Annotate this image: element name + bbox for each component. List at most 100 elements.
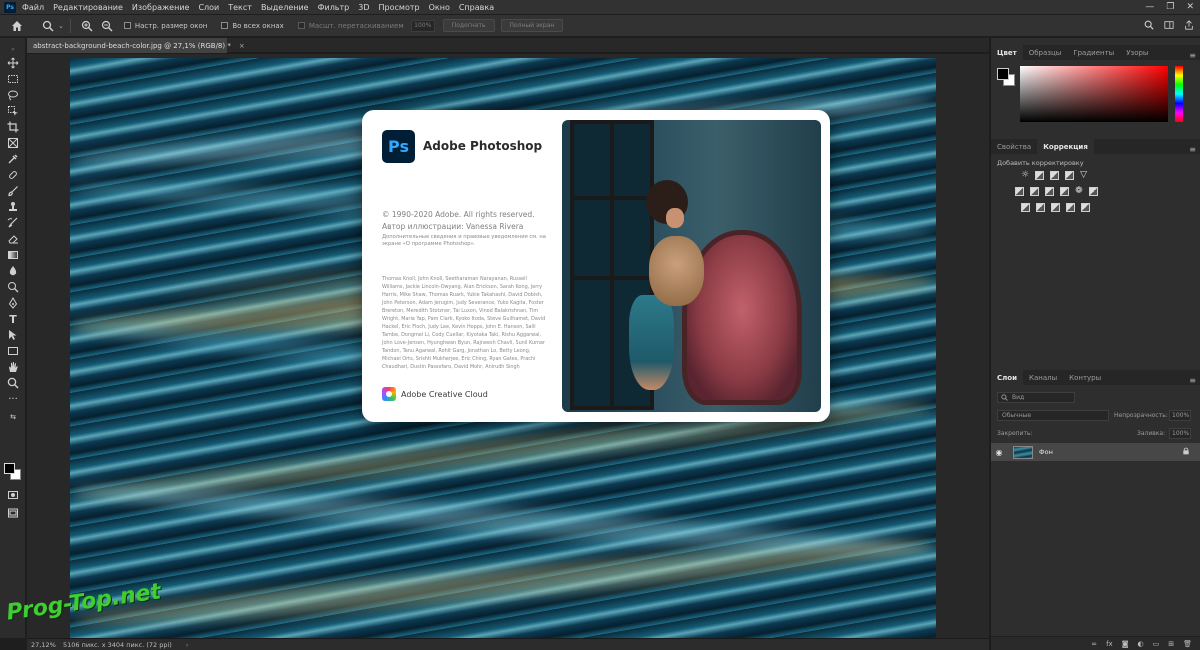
tab-channels[interactable]: Каналы: [1023, 374, 1063, 385]
brightness-icon[interactable]: ☼: [1021, 171, 1029, 180]
black-white-icon[interactable]: [1045, 187, 1054, 196]
maximize-icon[interactable]: ❐: [1166, 2, 1174, 12]
new-layer-icon[interactable]: ⊞: [1168, 640, 1174, 648]
invert-icon[interactable]: [1021, 203, 1030, 212]
panel-menu-icon[interactable]: ≡: [1189, 51, 1196, 60]
menu-3d[interactable]: 3D: [358, 3, 369, 12]
workspace-icon[interactable]: [1164, 20, 1174, 32]
marquee-tool-icon[interactable]: [5, 72, 21, 86]
curves-icon[interactable]: [1050, 171, 1060, 180]
share-icon[interactable]: [1184, 20, 1194, 32]
history-brush-tool-icon[interactable]: [5, 216, 21, 230]
hand-tool-icon[interactable]: [5, 360, 21, 374]
menu-file[interactable]: Файл: [22, 3, 44, 12]
menu-type[interactable]: Текст: [228, 3, 252, 12]
status-menu-arrow-icon[interactable]: ›: [186, 641, 189, 649]
color-balance-icon[interactable]: [1030, 187, 1039, 196]
screen-mode-icon[interactable]: [5, 506, 21, 520]
fill-input[interactable]: 100%: [1169, 428, 1191, 439]
tab-gradients[interactable]: Градиенты: [1067, 49, 1120, 60]
eye-icon[interactable]: ◉: [991, 448, 1007, 457]
healing-brush-tool-icon[interactable]: [5, 168, 21, 182]
move-tool-icon[interactable]: [5, 56, 21, 70]
color-lookup-icon[interactable]: [1088, 187, 1098, 196]
fit-screen-button[interactable]: Подогнать: [442, 19, 495, 32]
trash-icon[interactable]: 🗑: [1183, 640, 1192, 648]
crop-tool-icon[interactable]: [5, 120, 21, 134]
blur-tool-icon[interactable]: [5, 264, 21, 278]
brush-tool-icon[interactable]: [5, 184, 21, 198]
lasso-tool-icon[interactable]: [5, 88, 21, 102]
threshold-icon[interactable]: [1051, 203, 1060, 212]
layer-row[interactable]: ◉ Фон: [991, 443, 1200, 461]
object-selection-tool-icon[interactable]: [5, 104, 21, 118]
selective-color-icon[interactable]: [1081, 203, 1090, 212]
swap-colors-icon[interactable]: ⇆: [5, 410, 21, 424]
minimize-icon[interactable]: —: [1145, 2, 1154, 12]
tab-adjustments[interactable]: Коррекция: [1037, 139, 1094, 154]
menu-filter[interactable]: Фильтр: [318, 3, 350, 12]
adjustment-layer-icon[interactable]: ◐: [1138, 640, 1144, 648]
menu-window[interactable]: Окно: [429, 3, 450, 12]
zoom-tool-icon[interactable]: [41, 19, 55, 33]
close-icon[interactable]: ×: [239, 42, 245, 50]
tab-paths[interactable]: Контуры: [1063, 374, 1107, 385]
search-icon[interactable]: [1144, 20, 1154, 32]
fill-screen-button[interactable]: Полный экран: [500, 19, 564, 32]
tab-layers[interactable]: Слои: [991, 370, 1023, 385]
hue-saturation-icon[interactable]: [1015, 187, 1024, 196]
path-selection-tool-icon[interactable]: [5, 328, 21, 342]
hue-slider[interactable]: [1175, 66, 1183, 122]
zoom-out-icon[interactable]: [100, 19, 114, 33]
more-tools-icon[interactable]: ···: [5, 392, 21, 406]
blend-mode-select[interactable]: Обычные: [997, 410, 1109, 421]
photo-filter-icon[interactable]: [1060, 187, 1069, 196]
color-picker-field[interactable]: [1020, 66, 1168, 122]
menu-edit[interactable]: Редактирование: [53, 3, 123, 12]
group-folder-icon[interactable]: ▭: [1153, 640, 1160, 648]
frame-tool-icon[interactable]: [5, 136, 21, 150]
link-layers-icon[interactable]: ∞: [1091, 640, 1097, 648]
exposure-icon[interactable]: [1065, 171, 1075, 180]
tab-properties[interactable]: Свойства: [991, 143, 1037, 154]
scrubby-zoom-checkbox[interactable]: Масшт. перетаскиванием: [297, 22, 404, 30]
channel-mixer-icon[interactable]: ❁: [1075, 187, 1083, 196]
menu-image[interactable]: Изображение: [132, 3, 190, 12]
photoshop-logo-icon[interactable]: Ps: [4, 1, 16, 13]
quick-mask-icon[interactable]: [5, 488, 21, 502]
all-windows-checkbox[interactable]: Во всех окнах: [221, 22, 284, 30]
menu-view[interactable]: Просмотр: [379, 3, 420, 12]
zoom-level[interactable]: 27,12%: [27, 641, 57, 649]
document-tab[interactable]: abstract-background-beach-color.jpg @ 27…: [27, 38, 245, 53]
layers-filter-input[interactable]: Вид: [997, 392, 1075, 403]
menu-select[interactable]: Выделение: [261, 3, 309, 12]
close-window-icon[interactable]: ✕: [1186, 2, 1194, 12]
layer-style-icon[interactable]: fx: [1106, 640, 1113, 648]
levels-icon[interactable]: [1035, 171, 1045, 180]
lock-icon[interactable]: [1182, 447, 1190, 457]
home-icon[interactable]: [10, 19, 24, 33]
eyedropper-tool-icon[interactable]: [5, 152, 21, 166]
type-tool-icon[interactable]: T: [5, 312, 21, 326]
panel-menu-icon[interactable]: ≡: [1189, 145, 1196, 154]
zoom-percent-input[interactable]: 100%: [410, 19, 435, 32]
tab-color[interactable]: Цвет: [991, 45, 1023, 60]
menu-help[interactable]: Справка: [459, 3, 494, 12]
tab-swatches[interactable]: Образцы: [1023, 49, 1068, 60]
vibrance-icon[interactable]: ▽: [1080, 171, 1087, 180]
gradient-tool-icon[interactable]: [5, 248, 21, 262]
gradient-map-icon[interactable]: [1066, 203, 1075, 212]
menu-layer[interactable]: Слои: [198, 3, 219, 12]
panel-menu-icon[interactable]: ≡: [1189, 376, 1196, 385]
layer-mask-icon[interactable]: ◙: [1122, 640, 1129, 648]
resize-windows-checkbox[interactable]: Настр. размер окон: [123, 22, 207, 30]
posterize-icon[interactable]: [1036, 203, 1045, 212]
rectangle-tool-icon[interactable]: [5, 344, 21, 358]
foreground-color-swatch[interactable]: [4, 463, 15, 474]
tab-patterns[interactable]: Узоры: [1120, 49, 1154, 60]
eraser-tool-icon[interactable]: [5, 232, 21, 246]
zoom-in-icon[interactable]: [80, 19, 94, 33]
clone-stamp-tool-icon[interactable]: [5, 200, 21, 214]
zoom-tool-sidebar-icon[interactable]: [5, 376, 21, 390]
toolbar-collapse-icon[interactable]: »: [5, 42, 21, 56]
